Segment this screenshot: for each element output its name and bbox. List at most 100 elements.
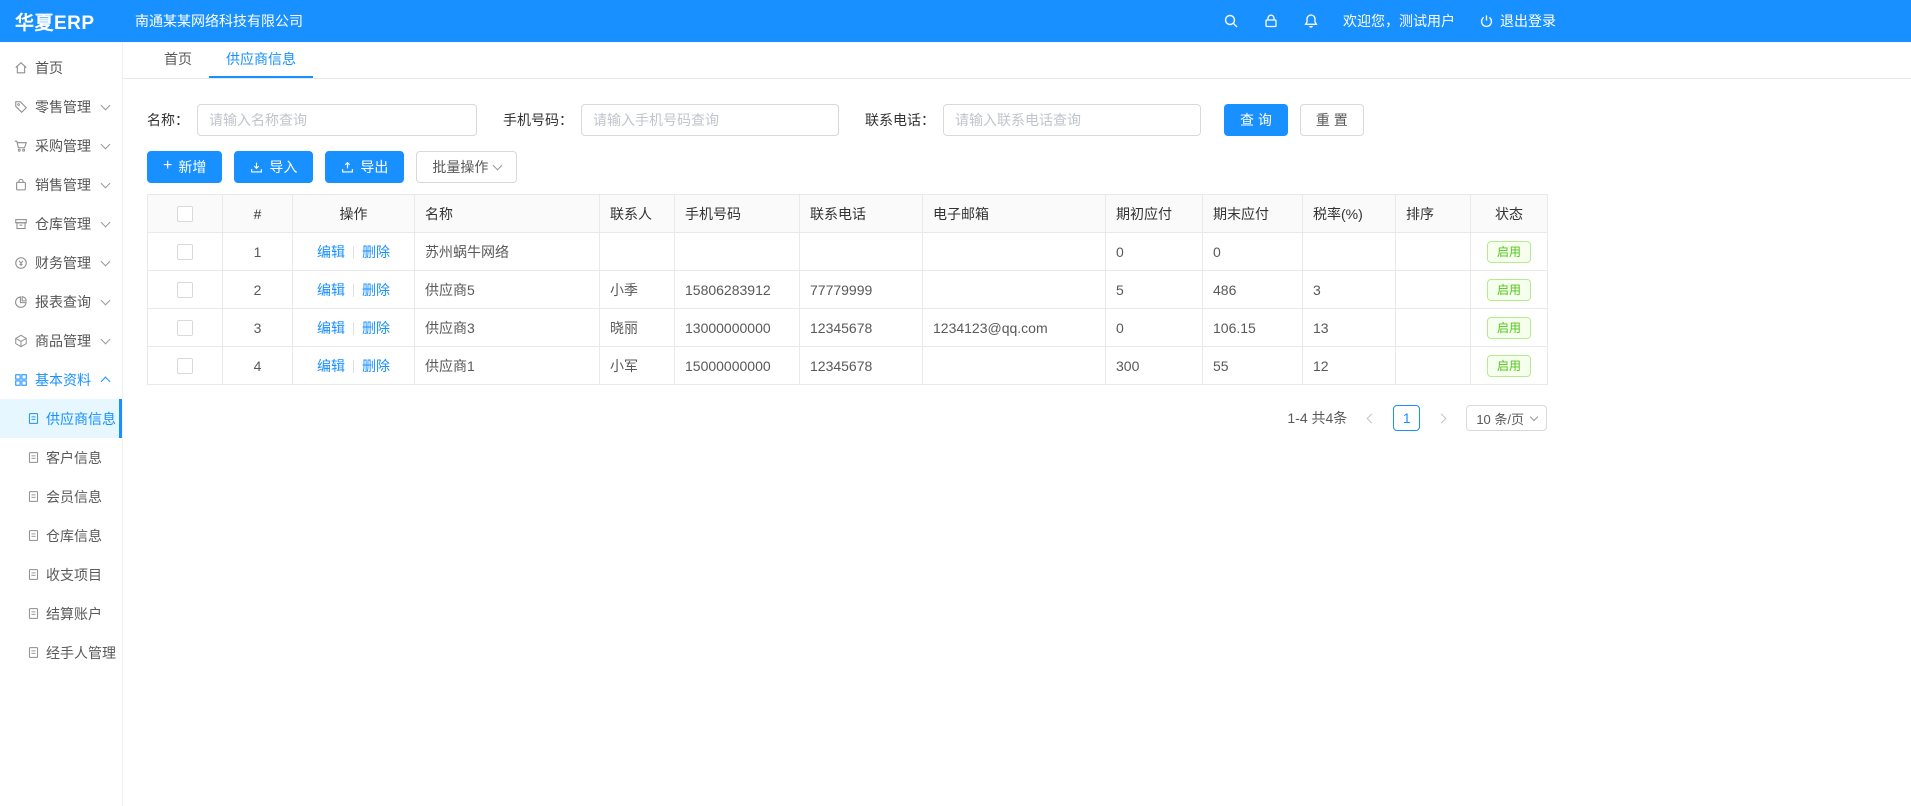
- plus-icon: +: [163, 158, 172, 174]
- app-root: 华夏ERP 南通某某网络科技有限公司 欢迎您，测试用户 退出登录: [0, 0, 1911, 806]
- sidebar-item-goods[interactable]: 商品管理: [0, 321, 122, 360]
- export-button[interactable]: 导出: [325, 151, 404, 183]
- grid-icon: [14, 373, 28, 387]
- doc-icon: [27, 646, 40, 659]
- table-row: 2 编辑删除 供应商5 小季 15806283912 77779999 5 48…: [148, 271, 1548, 309]
- cell-contact: 小季: [600, 271, 675, 309]
- col-name: 名称: [415, 195, 600, 233]
- export-button-label: 导出: [360, 157, 388, 177]
- select-all-checkbox[interactable]: [177, 206, 193, 222]
- delete-link[interactable]: 删除: [362, 320, 390, 336]
- sidebar-item-label: 财务管理: [35, 253, 91, 273]
- sidebar-item-sales[interactable]: 销售管理: [0, 165, 122, 204]
- tag-icon: [14, 100, 28, 114]
- search-button[interactable]: 查 询: [1224, 104, 1288, 136]
- sidebar-item-purchase[interactable]: 采购管理: [0, 126, 122, 165]
- status-badge[interactable]: 启用: [1487, 355, 1531, 377]
- chevron-left-icon: [1367, 413, 1377, 423]
- cart-icon: [14, 139, 28, 153]
- status-badge[interactable]: 启用: [1487, 279, 1531, 301]
- tel-filter-input[interactable]: [943, 104, 1201, 136]
- reset-button[interactable]: 重 置: [1300, 104, 1364, 136]
- cell-tax: 12: [1303, 347, 1396, 385]
- sidebar-subitem-warehouse-info[interactable]: 仓库信息: [0, 516, 122, 555]
- tab-home[interactable]: 首页: [147, 42, 209, 78]
- sidebar-item-basic-data[interactable]: 基本资料: [0, 360, 122, 399]
- cell-sort: [1396, 271, 1471, 309]
- delete-link[interactable]: 删除: [362, 244, 390, 260]
- cell-name: 供应商5: [415, 271, 600, 309]
- doc-icon: [27, 451, 40, 464]
- chevron-down-icon: [101, 217, 111, 227]
- cell-begin: 0: [1106, 309, 1203, 347]
- cell-end: 55: [1203, 347, 1303, 385]
- sidebar-item-warehouse[interactable]: 仓库管理: [0, 204, 122, 243]
- chevron-down-icon: [101, 256, 111, 266]
- cell-email: [923, 271, 1106, 309]
- cell-email: 1234123@qq.com: [923, 309, 1106, 347]
- cell-tax: [1303, 233, 1396, 271]
- row-checkbox[interactable]: [177, 282, 193, 298]
- cell-phone: 13000000000: [675, 309, 800, 347]
- page-number[interactable]: 1: [1393, 405, 1420, 431]
- chevron-down-icon: [101, 178, 111, 188]
- sidebar-item-retail[interactable]: 零售管理: [0, 87, 122, 126]
- sidebar-item-reports[interactable]: 报表查询: [0, 282, 122, 321]
- page-size-select[interactable]: 10 条/页: [1466, 405, 1547, 431]
- sidebar-item-finance[interactable]: 财务管理: [0, 243, 122, 282]
- sidebar-subitem-customer-info[interactable]: 客户信息: [0, 438, 122, 477]
- sidebar-subitem-settlement-account[interactable]: 结算账户: [0, 594, 122, 633]
- prev-page-button[interactable]: [1357, 405, 1383, 431]
- delete-link[interactable]: 删除: [362, 282, 390, 298]
- edit-link[interactable]: 编辑: [317, 244, 345, 260]
- sidebar-subitem-income-expense[interactable]: 收支项目: [0, 555, 122, 594]
- phone-filter-input[interactable]: [581, 104, 839, 136]
- batch-actions-label: 批量操作: [432, 157, 488, 177]
- row-checkbox[interactable]: [177, 358, 193, 374]
- logout-button[interactable]: 退出登录: [1479, 11, 1556, 31]
- edit-link[interactable]: 编辑: [317, 282, 345, 298]
- divider: [353, 246, 354, 259]
- sidebar-subitem-supplier-info[interactable]: 供应商信息: [0, 399, 122, 438]
- cell-begin: 0: [1106, 233, 1203, 271]
- col-tax-rate: 税率(%): [1303, 195, 1396, 233]
- name-filter-input[interactable]: [197, 104, 477, 136]
- edit-link[interactable]: 编辑: [317, 320, 345, 336]
- supplier-table: # 操作 名称 联系人 手机号码 联系电话 电子邮箱 期初应付 期末应付 税率(…: [147, 194, 1548, 385]
- sidebar-subitem-label: 会员信息: [46, 487, 102, 507]
- sidebar-subitem-member-info[interactable]: 会员信息: [0, 477, 122, 516]
- sidebar-subitem-label: 仓库信息: [46, 526, 102, 546]
- chevron-down-icon: [101, 295, 111, 305]
- delete-link[interactable]: 删除: [362, 358, 390, 374]
- add-button[interactable]: + 新增: [147, 151, 222, 183]
- tab-supplier-info[interactable]: 供应商信息: [209, 42, 313, 78]
- app-logo[interactable]: 华夏ERP: [0, 8, 123, 35]
- cell-end: 486: [1203, 271, 1303, 309]
- sidebar-item-label: 零售管理: [35, 97, 91, 117]
- filter-row: 名称： 手机号码： 联系电话： 查 询 重 置: [147, 104, 1887, 136]
- sidebar-item-home[interactable]: 首页: [0, 48, 122, 87]
- row-checkbox[interactable]: [177, 320, 193, 336]
- divider: [353, 322, 354, 335]
- name-filter-label: 名称：: [147, 110, 189, 130]
- lock-icon[interactable]: [1263, 13, 1279, 29]
- search-icon[interactable]: [1223, 13, 1239, 29]
- sidebar: 首页 零售管理 采购管理 销售管理 仓库管理: [0, 42, 123, 806]
- status-badge[interactable]: 启用: [1487, 241, 1531, 263]
- chevron-down-icon: [101, 100, 111, 110]
- cell-tax: 13: [1303, 309, 1396, 347]
- table-row: 4 编辑删除 供应商1 小军 15000000000 12345678 300 …: [148, 347, 1548, 385]
- status-badge[interactable]: 启用: [1487, 317, 1531, 339]
- col-email: 电子邮箱: [923, 195, 1106, 233]
- col-end-payable: 期末应付: [1203, 195, 1303, 233]
- batch-actions-button[interactable]: 批量操作: [416, 151, 517, 183]
- import-button[interactable]: 导入: [234, 151, 313, 183]
- archive-icon: [14, 217, 28, 231]
- next-page-button[interactable]: [1430, 405, 1456, 431]
- cell-end: 106.15: [1203, 309, 1303, 347]
- sidebar-subitem-handler-management[interactable]: 经手人管理: [0, 633, 122, 672]
- row-checkbox[interactable]: [177, 244, 193, 260]
- bell-icon[interactable]: [1303, 13, 1319, 29]
- edit-link[interactable]: 编辑: [317, 358, 345, 374]
- welcome-text: 欢迎您，测试用户: [1343, 11, 1455, 31]
